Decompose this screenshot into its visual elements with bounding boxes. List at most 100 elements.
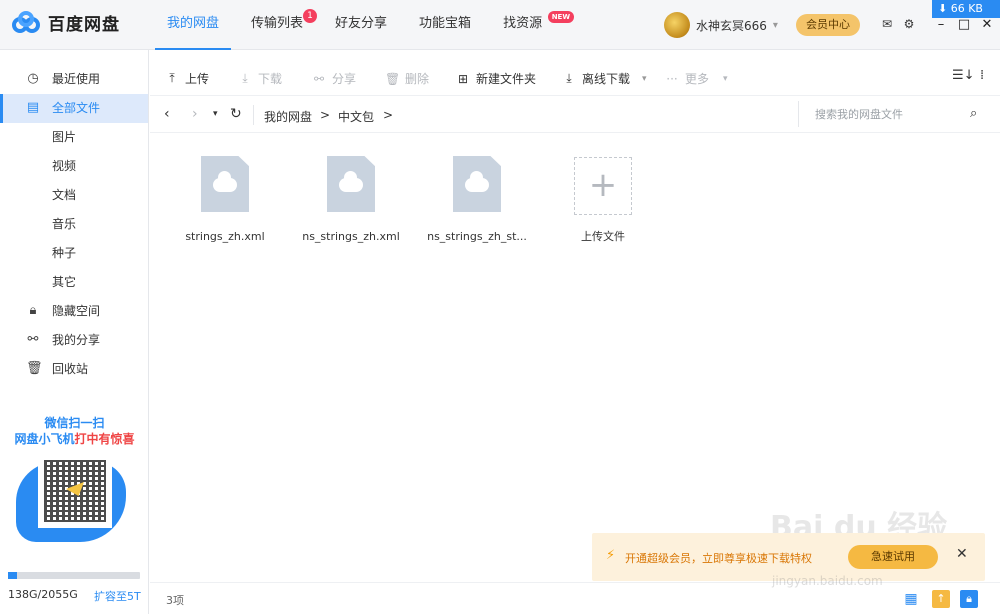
avatar [664, 12, 690, 38]
close-button[interactable]: ✕ [980, 18, 994, 32]
share-label: 分享 [332, 72, 357, 86]
sidebar-item-all-files[interactable]: ▤ 全部文件 [0, 94, 148, 123]
file-toolbar: ⤒ 上传 ⤓ 下载 ⚯ 分享 🗑︎ 删除 ⊞ 新建文件夹 ⤓ 离线下载 ▾ ··· 更多 ▾ [150, 60, 1000, 96]
transfer-count-badge: 1 [303, 9, 318, 23]
sidebar-item-label: 其它 [52, 275, 77, 289]
user-menu[interactable]: 水神玄冥666 ▾ [664, 12, 778, 38]
delete-button[interactable]: 🗑︎ 删除 [385, 70, 429, 87]
trial-button[interactable]: 急速试用 [848, 545, 938, 569]
xml-file-icon [453, 156, 501, 212]
promo-qr-code [16, 452, 128, 544]
forward-button[interactable]: › [192, 106, 198, 122]
sidebar-item-images[interactable]: 图片 [0, 123, 148, 152]
file-item[interactable]: ns_strings_zh_st... [422, 156, 532, 243]
more-button[interactable]: ··· 更多 ▾ [665, 70, 727, 87]
sidebar-item-recycle-bin[interactable]: 🗑︎ 回收站 [0, 355, 148, 384]
speed-indicator: ⬇ 66 KB [932, 0, 1000, 18]
trash-icon: 🗑︎ [385, 71, 401, 86]
promo-subtitle-a: 网盘小飞机 [14, 432, 75, 446]
apps-grid-icon[interactable]: ▦ [902, 590, 920, 608]
nav-tab-label: 好友分享 [335, 16, 388, 31]
lock-icon: 🔒︎ [29, 303, 37, 318]
breadcrumb-separator: > [383, 108, 394, 122]
sidebar-item-hidden-space[interactable]: 🔒︎ 隐藏空间 [0, 297, 148, 326]
upload-button[interactable]: ⤒ 上传 [165, 70, 209, 87]
sidebar-item-documents[interactable]: 文档 [0, 181, 148, 210]
more-label: 更多 [685, 72, 710, 86]
download-icon: ⤓ [566, 71, 572, 85]
upload-icon: ⤒ [169, 71, 175, 85]
nav-tab-my-disk[interactable]: 我的网盘 [155, 0, 232, 50]
minimize-button[interactable]: – [934, 18, 948, 32]
refresh-icon[interactable]: ↻ [230, 106, 242, 122]
trash-icon: 🗑︎ [26, 361, 43, 376]
file-item[interactable]: strings_zh.xml [170, 156, 280, 243]
watermark-url: jingyan.baidu.com [772, 574, 883, 588]
lightning-icon: ⚡ [606, 548, 616, 563]
upload-file-tile[interactable]: + [574, 157, 632, 215]
history-dropdown-icon[interactable]: ▾ [213, 109, 218, 119]
new-folder-button[interactable]: ⊞ 新建文件夹 [456, 70, 536, 87]
sidebar-item-label: 我的分享 [52, 333, 101, 347]
offline-download-button[interactable]: ⤓ 离线下载 ▾ [562, 70, 646, 87]
maximize-button[interactable]: □ [957, 18, 971, 32]
breadcrumb-root[interactable]: 我的网盘 [264, 108, 312, 125]
chevron-down-icon: ▾ [772, 19, 778, 31]
download-icon: ⤓ [242, 71, 248, 85]
nav-tab-friend-share[interactable]: 好友分享 [323, 0, 399, 50]
file-item[interactable]: ns_strings_zh.xml [296, 156, 406, 243]
sidebar-item-recent[interactable]: ◷ 最近使用 [0, 65, 148, 94]
sidebar-item-other[interactable]: 其它 [0, 268, 148, 297]
file-icon: ▤ [26, 100, 40, 115]
nav-tab-label: 传输列表 [251, 16, 304, 31]
new-folder-icon: ⊞ [457, 71, 469, 86]
nav-tab-toolbox[interactable]: 功能宝箱 [407, 0, 483, 50]
sidebar-item-my-shares[interactable]: ⚯ 我的分享 [0, 326, 148, 355]
nav-tab-label: 找资源 [503, 16, 543, 31]
file-name: ns_strings_zh.xml [302, 230, 400, 243]
sidebar-item-label: 全部文件 [52, 101, 101, 115]
xml-file-icon [201, 156, 249, 212]
close-icon[interactable]: ✕ [956, 546, 968, 562]
app-title: 百度网盘 [48, 15, 120, 35]
item-count: 3项 [166, 594, 184, 607]
clock-icon: ◷ [27, 71, 39, 86]
xml-file-icon [327, 156, 375, 212]
view-toggle-icon[interactable]: ⁞ [980, 68, 984, 83]
nav-tab-find-resources[interactable]: 找资源 NEW [491, 0, 575, 50]
search-icon[interactable]: ⌕ [970, 106, 977, 121]
sidebar-item-label: 文档 [52, 188, 77, 202]
nav-tab-transfers[interactable]: 传输列表 1 [239, 0, 318, 50]
qr-box [38, 454, 112, 528]
new-badge: NEW [547, 11, 575, 23]
gear-icon[interactable]: ⚙ [902, 17, 916, 31]
breadcrumb-folder[interactable]: 中文包 [338, 108, 374, 125]
sidebar-item-torrents[interactable]: 种子 [0, 239, 148, 268]
top-bar: 百度网盘 我的网盘 传输列表 1 好友分享 功能宝箱 找资源 NEW 水神玄冥6… [0, 0, 1000, 50]
sort-icon[interactable]: ☰↓ [952, 68, 975, 83]
back-button[interactable]: ‹ [164, 106, 170, 122]
offline-download-label: 离线下载 [582, 72, 631, 86]
sidebar-item-videos[interactable]: 视频 [0, 152, 148, 181]
upload-label: 上传 [185, 72, 210, 86]
promo-title: 微信扫一扫 [44, 416, 105, 430]
sidebar-item-music[interactable]: 音乐 [0, 210, 148, 239]
share-button[interactable]: ⚯ 分享 [312, 70, 356, 87]
app-logo[interactable]: 百度网盘 [12, 10, 120, 35]
download-label: 下载 [258, 72, 283, 86]
storage-usage: 138G/2055G [8, 588, 78, 601]
divider [253, 105, 254, 125]
storage-fill [8, 572, 17, 579]
sidebar-item-label: 音乐 [52, 217, 77, 231]
path-bar: ‹ › ▾ ↻ 我的网盘 > 中文包 > ⌕ [150, 97, 1000, 133]
vip-center-button[interactable]: 会员中心 [796, 14, 860, 36]
download-button[interactable]: ⤓ 下载 [238, 70, 282, 87]
sidebar-item-label: 隐藏空间 [52, 304, 101, 318]
storage-bar [8, 572, 140, 579]
search-input[interactable] [798, 101, 968, 127]
expand-storage-link[interactable]: 扩容至5T [94, 588, 141, 604]
lock-icon[interactable]: 🔒︎ [960, 590, 978, 608]
file-name: strings_zh.xml [185, 230, 265, 243]
mail-icon[interactable]: ✉ [880, 17, 894, 31]
upgrade-icon[interactable]: ↑ [932, 590, 950, 608]
